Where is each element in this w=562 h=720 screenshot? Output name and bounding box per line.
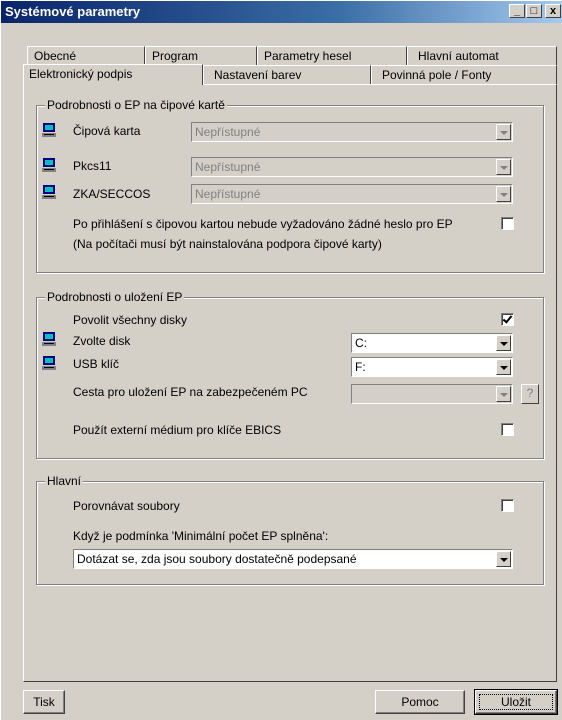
zka-seccos-label: ZKA/SECCOS bbox=[73, 187, 151, 201]
tab-label: Program bbox=[152, 49, 199, 63]
usb-key-select[interactable]: F: bbox=[351, 357, 513, 377]
computer-icon bbox=[42, 158, 56, 172]
close-button[interactable]: x bbox=[545, 4, 561, 18]
minimize-button[interactable]: _ bbox=[509, 4, 525, 18]
zka-seccos-value: Nepřístupné bbox=[195, 187, 261, 201]
secure-path-help-button: ? bbox=[521, 384, 539, 404]
ebics-checkbox[interactable] bbox=[501, 423, 514, 436]
tab-elektronicky-podpis[interactable]: Elektronický podpis bbox=[23, 64, 203, 85]
secure-path-select bbox=[351, 384, 513, 404]
tab-label: Nastavení barev bbox=[214, 68, 302, 82]
chevron-down-icon[interactable] bbox=[496, 335, 511, 351]
system-parameters-window: Systémové parametry _ □ x Obecné Program… bbox=[0, 0, 562, 720]
tab-label: Povinná pole / Fonty bbox=[382, 68, 492, 82]
maximize-button[interactable]: □ bbox=[526, 4, 542, 18]
computer-icon bbox=[42, 185, 56, 199]
chevron-down-icon bbox=[496, 159, 511, 175]
chevron-down-icon bbox=[496, 186, 511, 202]
chevron-down-icon[interactable] bbox=[496, 551, 511, 567]
allow-all-disks-checkbox[interactable] bbox=[501, 313, 514, 326]
chevron-down-icon bbox=[496, 124, 511, 140]
chevron-down-icon[interactable] bbox=[496, 359, 511, 375]
chip-card-label: Čipová karta bbox=[73, 124, 141, 138]
save-button[interactable]: Uložit bbox=[474, 689, 558, 715]
compare-files-label: Porovnávat soubory bbox=[73, 499, 180, 513]
condition-label: Když je podmínka 'Minimální počet EP spl… bbox=[73, 529, 329, 543]
usb-key-label: USB klíč bbox=[73, 357, 120, 371]
storage-group-title: Podrobnosti o uložení EP bbox=[45, 290, 185, 304]
tab-obecne[interactable]: Obecné bbox=[27, 46, 145, 65]
main-group: Hlavní Porovnávat soubory Když je podmín… bbox=[36, 474, 544, 585]
card-group: Podrobnosti o EP na čipové kartě Čipová … bbox=[36, 98, 544, 273]
chip-card-select: Nepřístupné bbox=[191, 122, 513, 142]
chevron-down-icon bbox=[496, 386, 511, 402]
compare-files-checkbox[interactable] bbox=[501, 499, 514, 512]
no-password-checkbox[interactable] bbox=[501, 217, 514, 230]
secure-path-label: Cesta pro uložení EP na zabezpečeném PC bbox=[73, 385, 308, 399]
help-button[interactable]: Pomoc bbox=[375, 690, 465, 714]
tab-parametry-hesel[interactable]: Parametry hesel bbox=[257, 46, 407, 65]
zka-seccos-select: Nepřístupné bbox=[191, 184, 513, 204]
title-bar[interactable]: Systémové parametry _ □ x bbox=[1, 1, 562, 23]
allow-all-disks-label: Povolit všechny disky bbox=[73, 313, 188, 327]
tab-povinna-pole-fonty[interactable]: Povinná pole / Fonty bbox=[371, 65, 557, 84]
tab-label: Hlavní automat bbox=[418, 49, 499, 63]
tab-label: Obecné bbox=[34, 49, 77, 63]
chip-card-value: Nepřístupné bbox=[195, 125, 261, 139]
card-group-title: Podrobnosti o EP na čipové kartě bbox=[45, 98, 227, 112]
computer-icon bbox=[42, 356, 56, 370]
tab-label: Parametry hesel bbox=[264, 49, 352, 63]
window-title: Systémové parametry bbox=[5, 4, 141, 19]
computer-icon bbox=[42, 123, 56, 137]
disk-select[interactable]: C: bbox=[351, 333, 513, 353]
tab-nastaveni-barev[interactable]: Nastavení barev bbox=[203, 65, 371, 84]
pkcs11-value: Nepřístupné bbox=[195, 160, 261, 174]
disk-value: C: bbox=[355, 336, 367, 350]
print-button[interactable]: Tisk bbox=[23, 690, 65, 714]
tab-panel: Podrobnosti o EP na čipové kartě Čipová … bbox=[23, 84, 557, 682]
ebics-label: Použít externí médium pro klíče EBICS bbox=[73, 423, 282, 437]
save-button-label: Uložit bbox=[479, 694, 553, 710]
tab-label: Elektronický podpis bbox=[29, 67, 133, 81]
pkcs11-select: Nepřístupné bbox=[191, 157, 513, 177]
tab-hlavni-automat[interactable]: Hlavní automat bbox=[407, 46, 557, 65]
disk-label: Zvolte disk bbox=[73, 334, 131, 348]
main-group-title: Hlavní bbox=[45, 474, 84, 488]
storage-group: Podrobnosti o uložení EP Povolit všechny… bbox=[36, 290, 544, 459]
no-password-label: Po přihlášení s čipovou kartou nebude vy… bbox=[73, 217, 453, 231]
condition-select[interactable]: Dotázat se, zda jsou soubory dostatečně … bbox=[73, 549, 513, 569]
card-support-note: (Na počítači musí být nainstalována podp… bbox=[73, 237, 382, 251]
tab-program[interactable]: Program bbox=[145, 46, 257, 65]
pkcs11-label: Pkcs11 bbox=[73, 159, 112, 173]
condition-value: Dotázat se, zda jsou soubory dostatečně … bbox=[77, 552, 357, 566]
usb-key-value: F: bbox=[355, 360, 366, 374]
computer-icon bbox=[42, 332, 56, 346]
